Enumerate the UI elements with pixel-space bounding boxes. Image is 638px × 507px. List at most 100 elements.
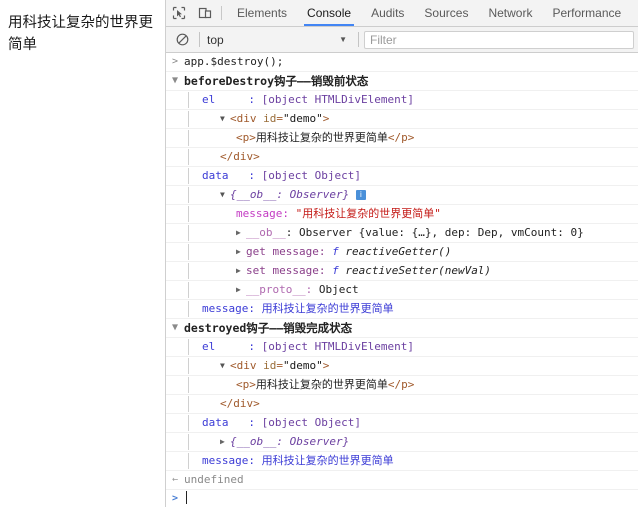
group1-getter-row[interactable]: ▶ get message: f reactiveGetter()	[166, 243, 638, 262]
group1-observer-body: ▼ {__ob__: Observer} i	[184, 187, 638, 203]
tab-console-label: Console	[307, 6, 352, 20]
group2-data-row: data : [object Object]	[166, 414, 638, 433]
group2-dom-attr-eq: =	[276, 359, 283, 372]
tab-audits[interactable]: Audits	[361, 0, 414, 26]
device-toolbar-icon[interactable]	[192, 0, 218, 26]
group1-proto-value: Object	[318, 283, 359, 296]
group2-data-key: data	[202, 416, 229, 429]
group1-dom-child-close: </p>	[387, 131, 415, 144]
text-cursor	[186, 491, 187, 504]
group2-dom-child-row: <p>用科技让复杂的世界更简单</p>	[166, 376, 638, 395]
console-filter-bar: top ▼	[166, 27, 638, 53]
group1-triangle-icon[interactable]: ▼	[166, 73, 184, 89]
group1-getter-fn-name: reactiveGetter()	[345, 245, 452, 258]
group1-dom-child-body: <p>用科技让复杂的世界更简单</p>	[184, 130, 638, 146]
group1-setter-body: ▶ set message: f reactiveSetter(newVal)	[184, 263, 638, 279]
tab-elements-label: Elements	[237, 6, 288, 20]
group1-proto-row[interactable]: ▶ __proto__: Object	[166, 281, 638, 300]
group1-data-value: [object Object]	[261, 169, 361, 182]
group2-dom-attr-name: id	[263, 359, 277, 372]
group2-el-row: el : [object HTMLDivElement]	[166, 338, 638, 357]
toolbar-divider	[221, 6, 222, 20]
group1-ob-value: Observer {value: {…}, dep: Dep, vmCount:…	[299, 226, 584, 239]
tab-audits-label: Audits	[371, 6, 405, 20]
group2-data-value: [object Object]	[261, 416, 361, 429]
group2-dom-open-body: ▼ <div id="demo">	[184, 358, 638, 374]
group1-el-value: [object HTMLDivElement]	[261, 93, 414, 106]
group1-dom-close-row: </div>	[166, 148, 638, 167]
group2-dom-open-row[interactable]: ▼ <div id="demo">	[166, 357, 638, 376]
group1-proto-body: ▶ __proto__: Object	[184, 282, 638, 298]
console-message-list[interactable]: > app.$destroy(); ▼ beforeDestroy钩子——销毁前…	[166, 53, 638, 507]
group2-message-row: message: 用科技让复杂的世界更简单	[166, 452, 638, 471]
tab-network[interactable]: Network	[478, 0, 542, 26]
group1-el-sep: :	[248, 93, 255, 106]
group2-dom-close-body: </div>	[184, 396, 638, 412]
tab-performance[interactable]: Performance	[542, 0, 631, 26]
group2-observer-row[interactable]: ▶ {__ob__: Observer}	[166, 433, 638, 452]
group1-el-row: el : [object HTMLDivElement]	[166, 91, 638, 110]
console-group-header-1[interactable]: ▼ beforeDestroy钩子——销毁前状态	[166, 72, 638, 91]
group1-dom-close-tag: </div>	[220, 150, 260, 163]
group1-dom-attr-eq: =	[276, 112, 283, 125]
group2-observer-triangle-icon[interactable]: ▶	[220, 434, 230, 450]
group1-ob-sep: :	[285, 226, 299, 239]
group2-el-body: el : [object HTMLDivElement]	[184, 339, 638, 355]
group1-dom-open-body: ▼ <div id="demo">	[184, 111, 638, 127]
group2-data-body: data : [object Object]	[184, 415, 638, 431]
tab-elements[interactable]: Elements	[227, 0, 297, 26]
group1-proto-triangle-icon[interactable]: ▶	[236, 282, 246, 298]
group1-setter-row[interactable]: ▶ set message: f reactiveSetter(newVal)	[166, 262, 638, 281]
group2-triangle-icon[interactable]: ▼	[166, 320, 184, 336]
group1-dom-child-text: 用科技让复杂的世界更简单	[255, 131, 388, 144]
tab-sources[interactable]: Sources	[414, 0, 478, 26]
group1-setter-fn-name: reactiveSetter(newVal)	[345, 264, 492, 277]
inspect-cursor-icon[interactable]	[166, 0, 192, 26]
group1-dom-open-row[interactable]: ▼ <div id="demo">	[166, 110, 638, 129]
tab-network-label: Network	[488, 6, 533, 20]
console-result-value: undefined	[184, 473, 244, 486]
group1-data-body: data : [object Object]	[184, 168, 638, 184]
command-gutter-icon: >	[171, 56, 179, 67]
tab-console[interactable]: Console	[297, 0, 361, 26]
group1-getter-fn-keyword: f	[332, 245, 339, 258]
group1-observer-triangle-icon[interactable]: ▼	[220, 187, 230, 203]
clear-console-icon[interactable]	[170, 33, 194, 46]
group1-ob-triangle-icon[interactable]: ▶	[236, 225, 246, 241]
group1-getter-triangle-icon[interactable]: ▶	[236, 244, 246, 260]
group1-message-row: message: 用科技让复杂的世界更简单	[166, 300, 638, 319]
group1-observer-message-row: message: "用科技让复杂的世界更简单"	[166, 205, 638, 224]
info-icon[interactable]: i	[355, 190, 366, 200]
group1-observer-row[interactable]: ▼ {__ob__: Observer} i	[166, 186, 638, 205]
console-prompt-row[interactable]: >	[166, 490, 638, 507]
group1-title: beforeDestroy钩子——销毁前状态	[184, 74, 369, 88]
group1-data-sep: :	[248, 169, 255, 182]
group2-title: destroyed钩子——销毁完成状态	[184, 321, 353, 335]
group1-dom-child-row: <p>用科技让复杂的世界更简单</p>	[166, 129, 638, 148]
execution-context-value: top	[207, 32, 224, 47]
group1-el-key: el	[202, 93, 216, 106]
tab-performance-label: Performance	[552, 6, 622, 20]
console-prompt-input[interactable]	[184, 491, 638, 507]
group1-dom-close-body: </div>	[184, 149, 638, 165]
group2-message-key: message:	[202, 454, 255, 467]
filter-input[interactable]	[364, 30, 634, 49]
execution-context-select[interactable]: top ▼	[205, 33, 353, 47]
group2-el-key: el	[202, 340, 216, 353]
group2-dom-triangle-icon[interactable]: ▼	[220, 358, 230, 374]
console-command-text: app.$destroy();	[184, 55, 284, 68]
group1-el-body: el : [object HTMLDivElement]	[184, 92, 638, 108]
group1-observer-message-body: message: "用科技让复杂的世界更简单"	[184, 206, 638, 222]
group2-observer-body: ▶ {__ob__: Observer}	[184, 434, 638, 450]
group1-data-key: data	[202, 169, 229, 182]
group1-observer-ob-row[interactable]: ▶ __ob__: Observer {value: {…}, dep: Dep,…	[166, 224, 638, 243]
console-group-header-2[interactable]: ▼ destroyed钩子——销毁完成状态	[166, 319, 638, 338]
page-viewport: 用科技让复杂的世界更简单	[0, 0, 166, 507]
group1-observer-message-key: message:	[236, 207, 289, 220]
group1-getter-key: get message:	[246, 245, 326, 258]
group1-dom-triangle-icon[interactable]: ▼	[220, 111, 230, 127]
group2-data-sep: :	[248, 416, 255, 429]
group2-message-body: message: 用科技让复杂的世界更简单	[184, 453, 638, 469]
group2-dom-open-tag: <div	[230, 359, 257, 372]
group1-setter-triangle-icon[interactable]: ▶	[236, 263, 246, 279]
